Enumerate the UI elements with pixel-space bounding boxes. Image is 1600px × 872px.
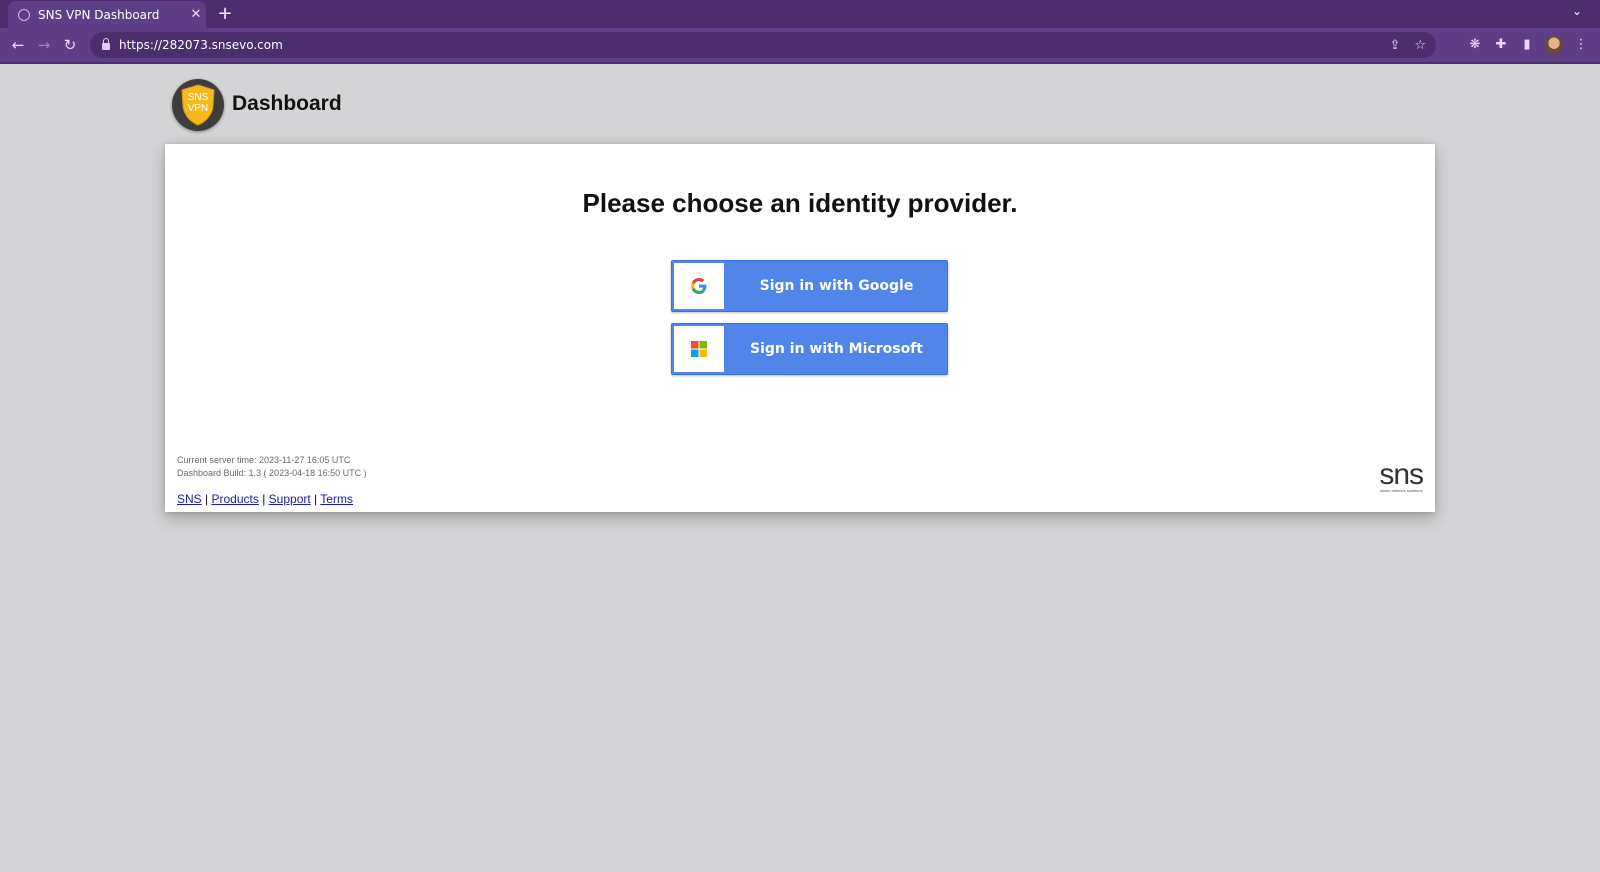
address-bar[interactable]: https://282073.snsevo.com ⇪ ☆ <box>90 32 1436 58</box>
sns-link[interactable]: SNS <box>177 492 202 506</box>
brand-tagline: studio network solutions <box>1379 488 1423 493</box>
close-tab-icon[interactable]: ✕ <box>186 7 206 22</box>
side-panel-icon[interactable]: ▮ <box>1516 34 1538 56</box>
logo-text-top: SNS <box>188 92 209 103</box>
reload-button[interactable]: ↻ <box>59 34 81 56</box>
microsoft-icon-box <box>674 326 724 372</box>
google-icon-box <box>674 263 724 309</box>
browser-tab[interactable]: SNS VPN Dashboard ✕ <box>8 1 206 28</box>
products-link[interactable]: Products <box>212 492 259 506</box>
toolbar-divider <box>0 62 1600 64</box>
support-link[interactable]: Support <box>269 492 311 506</box>
browser-tab-strip: SNS VPN Dashboard ✕ + ⌄ <box>0 0 1600 28</box>
browser-menu-icon[interactable]: ⋮ <box>1570 34 1592 56</box>
sns-brand-logo: SNS studio network solutions <box>1379 458 1424 494</box>
extension-icon[interactable]: ❋ <box>1464 34 1486 56</box>
microsoft-icon <box>691 341 707 357</box>
bookmark-star-icon[interactable]: ☆ <box>1414 38 1426 53</box>
forward-button[interactable]: → <box>33 34 55 56</box>
dashboard-build: Dashboard Build: 1.3 ( 2023-04-18 16:50 … <box>177 468 367 478</box>
share-icon[interactable]: ⇪ <box>1389 38 1400 53</box>
brand-wordmark: SNS <box>1379 458 1424 491</box>
extensions-puzzle-icon[interactable]: ✚ <box>1490 34 1512 56</box>
server-time: Current server time: 2023-11-27 16:05 UT… <box>177 455 351 465</box>
google-g-icon <box>691 278 707 294</box>
server-info: Current server time: 2023-11-27 16:05 UT… <box>177 454 367 480</box>
link-separator: | <box>314 492 318 506</box>
identity-provider-heading: Please choose an identity provider. <box>582 188 1018 218</box>
profile-avatar[interactable] <box>1545 36 1563 54</box>
tab-search-icon[interactable]: ⌄ <box>1572 4 1582 18</box>
lock-icon[interactable] <box>102 38 110 50</box>
shield-icon: SNS VPN <box>181 84 215 126</box>
new-tab-button[interactable]: + <box>214 3 236 25</box>
footer-links: SNS | Products | Support | Terms <box>177 492 353 506</box>
browser-toolbar: ← → ↻ https://282073.snsevo.com ⇪ ☆ ❋ ✚ … <box>0 28 1600 62</box>
sign-in-microsoft-button[interactable]: Sign in with Microsoft <box>671 323 948 375</box>
sign-in-google-button[interactable]: Sign in with Google <box>671 260 948 312</box>
link-separator: | <box>205 492 209 506</box>
terms-link[interactable]: Terms <box>320 492 353 506</box>
logo-text-bottom: VPN <box>188 103 209 114</box>
link-separator: | <box>262 492 266 506</box>
url-text: https://282073.snsevo.com <box>119 38 283 52</box>
identity-provider-card: Please choose an identity provider. Sign… <box>165 144 1435 512</box>
globe-icon <box>18 8 30 21</box>
sign-in-microsoft-label: Sign in with Microsoft <box>750 341 923 357</box>
page-title: Dashboard <box>232 92 342 115</box>
back-button[interactable]: ← <box>7 34 29 56</box>
tab-title: SNS VPN Dashboard <box>38 7 160 22</box>
sns-vpn-logo: SNS VPN <box>172 79 224 131</box>
sign-in-google-label: Sign in with Google <box>759 278 914 294</box>
